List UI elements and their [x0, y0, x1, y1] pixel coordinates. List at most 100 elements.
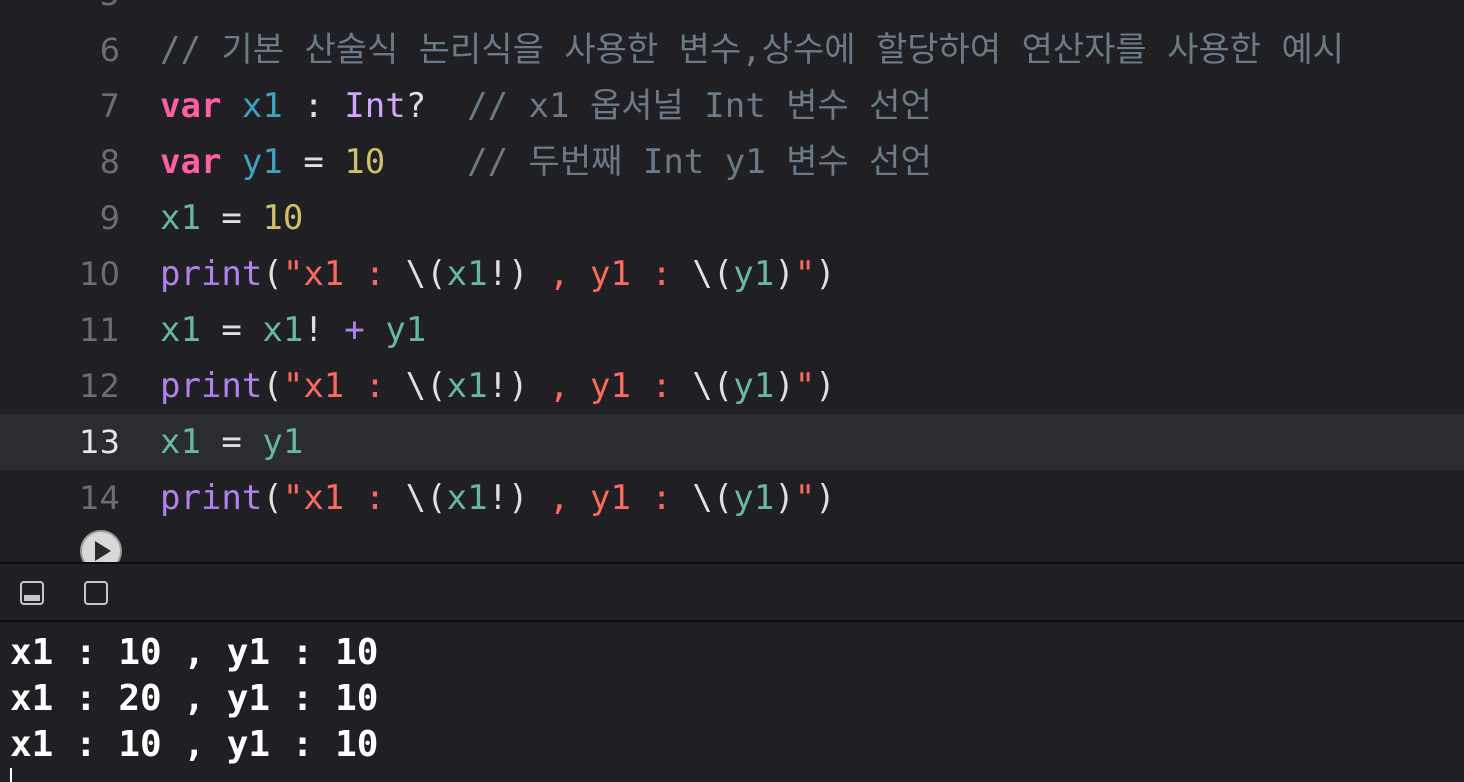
code-token: = — [200, 198, 263, 238]
code-line[interactable]: 6 // 기본 산술식 논리식을 사용한 변수,상수에 할당하여 연산자를 사용한… — [0, 22, 1464, 78]
line-number: 14 — [79, 479, 120, 517]
code-text: // 기본 산술식 논리식을 사용한 변수,상수에 할당하여 연산자를 사용한 … — [160, 22, 1344, 78]
code-text: x1 = x1! + y1 — [160, 302, 426, 358]
code-token: !) — [487, 478, 529, 518]
code-line[interactable]: 7 var x1 : Int? // x1 옵셔널 Int 변수 선언 — [0, 78, 1464, 134]
code-token: x1 — [446, 366, 488, 406]
code-token: print — [160, 478, 263, 518]
line-number: 7 — [99, 87, 120, 125]
code-token: , y1 : — [528, 366, 693, 406]
code-token: " — [794, 254, 816, 294]
code-token: y1 — [385, 310, 427, 350]
code-token: \( — [405, 366, 447, 406]
code-token: ( — [262, 254, 283, 294]
code-token: x1 — [160, 310, 201, 350]
line-number: 8 — [99, 143, 120, 181]
code-token: 10 — [344, 142, 386, 182]
code-token: ) — [774, 478, 795, 518]
code-token: = — [200, 310, 263, 350]
code-token: y1 — [241, 142, 283, 182]
code-text: print("x1 : \(x1!) , y1 : \(y1)") — [160, 470, 836, 526]
code-token: , y1 : — [528, 478, 693, 518]
code-line[interactable]: 5 — [0, 0, 1464, 22]
code-token: !) — [487, 366, 529, 406]
code-token: // 두번째 Int y1 변수 선언 — [467, 142, 932, 182]
line-number: 12 — [79, 367, 120, 405]
console-line: x1 : 10 , y1 : 10 — [10, 632, 379, 673]
code-token: \( — [405, 478, 447, 518]
code-token: Int — [344, 86, 406, 126]
code-line[interactable]: 8 var y1 = 10 // 두번째 Int y1 변수 선언 — [0, 134, 1464, 190]
code-token: , y1 : — [528, 254, 693, 294]
code-text: print("x1 : \(x1!) , y1 : \(y1)") — [160, 358, 836, 414]
code-token: = — [282, 142, 345, 182]
play-icon — [95, 541, 111, 561]
code-token: ) — [774, 254, 795, 294]
code-token: "x1 : — [282, 366, 406, 406]
line-number: 10 — [79, 255, 120, 293]
line-number: 6 — [99, 31, 120, 69]
code-token: \( — [692, 366, 734, 406]
code-token: " — [794, 366, 816, 406]
code-token: ) — [774, 366, 795, 406]
line-number: 9 — [99, 199, 120, 237]
code-text: x1 = 10 — [160, 190, 303, 246]
code-token: : — [282, 86, 345, 126]
code-token: 10 — [262, 198, 304, 238]
line-number: 5 — [0, 0, 120, 22]
square-icon[interactable] — [84, 581, 108, 605]
code-token: x1 — [241, 86, 283, 126]
code-token: // 기본 산술식 논리식을 사용한 변수,상수에 할당하여 연산자를 사용한 … — [160, 30, 1345, 70]
code-token: ! — [303, 310, 345, 350]
code-token: " — [794, 478, 816, 518]
code-text: var x1 : Int? // x1 옵셔널 Int 변수 선언 — [160, 78, 932, 134]
panel-bottom-icon[interactable] — [20, 581, 44, 605]
console-line: x1 : 10 , y1 : 10 — [10, 724, 379, 765]
code-token: y1 — [733, 478, 775, 518]
code-line[interactable]: 10 print("x1 : \(x1!) , y1 : \(y1)") — [0, 246, 1464, 302]
code-token: + — [344, 310, 365, 350]
code-line[interactable]: 12 print("x1 : \(x1!) , y1 : \(y1)") — [0, 358, 1464, 414]
code-line[interactable]: 11 x1 = x1! + y1 — [0, 302, 1464, 358]
code-token: \( — [405, 254, 447, 294]
code-line[interactable]: 14 print("x1 : \(x1!) , y1 : \(y1)") — [0, 470, 1464, 526]
code-token: ) — [815, 366, 836, 406]
code-token: print — [160, 366, 263, 406]
code-token: y1 — [262, 422, 304, 462]
code-token: x1 — [262, 310, 304, 350]
console-output[interactable]: x1 : 10 , y1 : 10 x1 : 20 , y1 : 10 x1 :… — [0, 622, 1464, 782]
code-line[interactable]: 9 x1 = 10 — [0, 190, 1464, 246]
code-line[interactable]: 13 x1 = y1 — [0, 414, 1464, 470]
code-token: ) — [815, 478, 836, 518]
debug-toolbar — [0, 564, 1464, 620]
code-token: var — [160, 86, 222, 126]
code-token: ( — [262, 366, 283, 406]
code-token: "x1 : — [282, 254, 406, 294]
code-token: x1 — [446, 254, 488, 294]
line-number: 13 — [79, 423, 120, 461]
code-token: ) — [815, 254, 836, 294]
code-text: print("x1 : \(x1!) , y1 : \(y1)") — [160, 246, 836, 302]
code-token: "x1 : — [282, 478, 406, 518]
code-token: y1 — [733, 366, 775, 406]
code-token: x1 — [160, 422, 201, 462]
code-token: print — [160, 254, 263, 294]
console-line: x1 : 20 , y1 : 10 — [10, 678, 379, 719]
line-number: 11 — [79, 311, 120, 349]
code-token: var — [160, 142, 222, 182]
text-cursor — [10, 768, 12, 782]
code-token: x1 — [446, 478, 488, 518]
code-token: ( — [262, 478, 283, 518]
code-token: = — [200, 422, 263, 462]
code-token: ? — [405, 86, 468, 126]
code-text: x1 = y1 — [160, 414, 303, 470]
code-token: y1 — [733, 254, 775, 294]
code-token: x1 — [160, 198, 201, 238]
code-token: \( — [692, 478, 734, 518]
code-token: !) — [487, 254, 529, 294]
code-editor[interactable]: 5 6 // 기본 산술식 논리식을 사용한 변수,상수에 할당하여 연산자를 사용… — [0, 0, 1464, 562]
